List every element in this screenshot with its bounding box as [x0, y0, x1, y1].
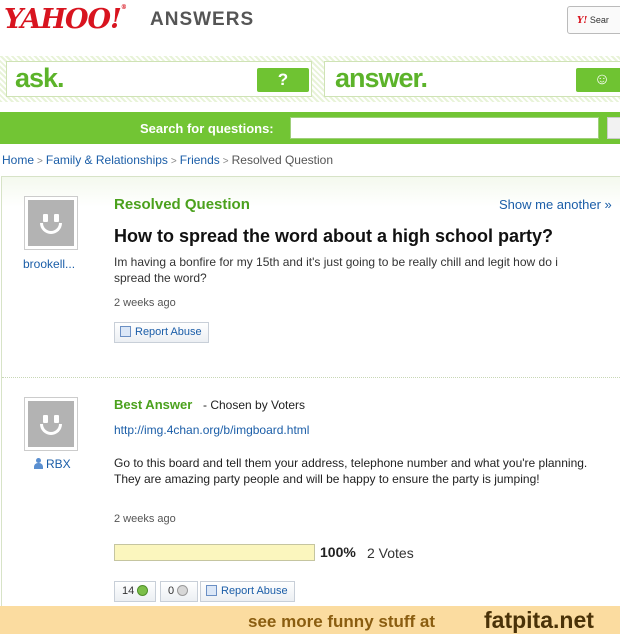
question-status: Resolved Question — [114, 196, 250, 213]
header: YAHOO!® ANSWERS Y! Sear — [0, 0, 620, 42]
asker-avatar[interactable] — [24, 196, 78, 250]
section-divider — [2, 377, 620, 378]
breadcrumb-separator: > — [170, 156, 177, 167]
search-label: Search for questions: — [140, 121, 274, 136]
question-mark-icon[interactable]: ? — [257, 68, 309, 92]
yahoo-y-icon: Y! — [577, 16, 588, 26]
search-input[interactable] — [290, 117, 599, 139]
logo-text: YAHOO! — [4, 4, 122, 35]
breadcrumb-separator: > — [222, 156, 229, 167]
question-timestamp: 2 weeks ago — [114, 297, 176, 309]
ask-answer-bars: ask. ? answer. ☺ — [0, 56, 620, 102]
report-abuse-label: Report Abuse — [135, 326, 202, 338]
smiley-icon[interactable]: ☺ — [576, 68, 620, 92]
user-icon — [33, 458, 43, 469]
breadcrumb-separator: > — [37, 156, 43, 167]
flag-icon — [120, 326, 131, 337]
footer-site[interactable]: fatpita.net — [484, 607, 594, 634]
answer-link[interactable]: http://img.4chan.org/b/imgboard.html — [114, 423, 309, 437]
ask-label: ask. — [15, 63, 65, 93]
top-search-button[interactable]: Y! Sear — [567, 6, 620, 34]
best-answer-label: Best Answer — [114, 397, 193, 412]
thumbs-down-count: 0 — [168, 585, 175, 597]
asker-name[interactable]: brookell... — [23, 257, 75, 271]
show-another-link[interactable]: Show me another » — [499, 197, 612, 212]
footer-text: see more funny stuff at — [248, 612, 436, 631]
breadcrumb-home[interactable]: Home — [2, 153, 34, 167]
ask-bar[interactable]: ask. ? — [6, 61, 312, 97]
search-bar: Search for questions: — [0, 112, 620, 144]
footer-banner: see more funny stuff at fatpita.net — [0, 606, 620, 634]
vote-progress-fill — [115, 545, 314, 560]
breadcrumb-family-relationships[interactable]: Family & Relationships — [46, 153, 168, 167]
thumbs-down-icon — [177, 585, 189, 596]
top-search-label: Sear — [589, 15, 609, 25]
answerer-avatar[interactable] — [24, 397, 78, 451]
question-body: Im having a bonfire for my 15th and it's… — [114, 255, 558, 285]
default-avatar-icon — [28, 401, 74, 447]
default-avatar-icon — [28, 200, 74, 246]
report-abuse-label: Report Abuse — [221, 585, 288, 597]
breadcrumb-current: Resolved Question — [231, 153, 333, 167]
vote-percent: 100% — [320, 544, 356, 560]
yahoo-logo[interactable]: YAHOO!® — [4, 4, 127, 35]
breadcrumb-friends[interactable]: Friends — [180, 153, 220, 167]
flag-icon — [206, 585, 217, 596]
answer-bar[interactable]: answer. ☺ — [324, 61, 620, 97]
answer-body: Go to this board and tell them your addr… — [114, 456, 588, 486]
vote-count: 2 Votes — [367, 545, 414, 561]
chosen-by-label: - Chosen by Voters — [203, 398, 306, 412]
logo-reg-mark: ® — [120, 4, 127, 11]
vote-progress-bar — [114, 544, 315, 561]
breadcrumb: Home > Family & Relationships > Friends > Reso… — [2, 153, 333, 167]
question-title: How to spread the word about a high scho… — [114, 226, 554, 246]
answer-report-abuse-button[interactable]: Report Abuse — [200, 581, 295, 602]
section-title: ANSWERS — [150, 9, 255, 30]
search-button[interactable] — [607, 117, 620, 139]
thumbs-up-button[interactable]: 14 — [114, 581, 156, 602]
answer-timestamp: 2 weeks ago — [114, 513, 176, 525]
question-report-abuse-button[interactable]: Report Abuse — [114, 322, 209, 343]
thumbs-up-icon — [137, 585, 149, 596]
answer-label: answer. — [335, 63, 428, 93]
answerer-name[interactable]: RBX — [46, 457, 71, 471]
thumbs-down-button[interactable]: 0 — [160, 581, 198, 602]
thumbs-up-count: 14 — [122, 585, 135, 597]
